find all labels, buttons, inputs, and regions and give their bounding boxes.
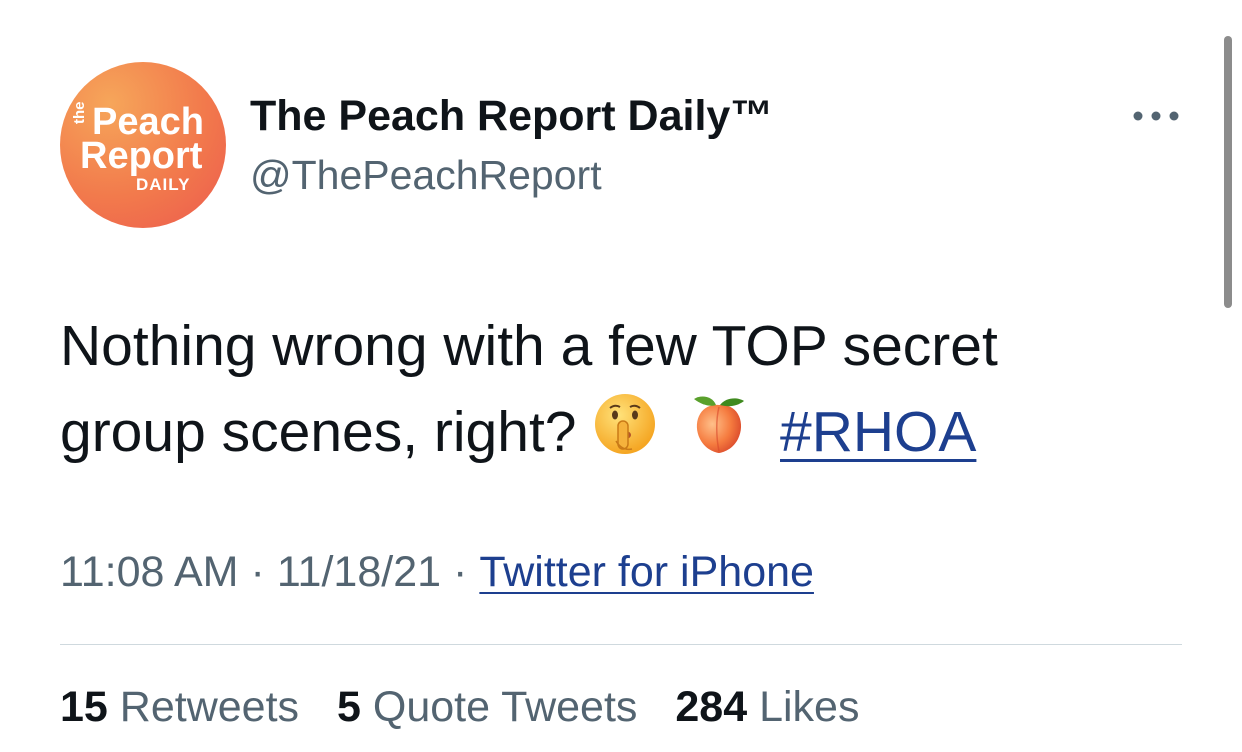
user-handle[interactable]: @ThePeachReport	[250, 152, 602, 199]
logo-the: the	[71, 102, 88, 125]
tweet-source-link[interactable]: Twitter for iPhone	[479, 548, 814, 596]
shushing-face-icon	[592, 391, 658, 481]
meta-separator-2: ·	[453, 548, 468, 596]
quote-tweets-label: Quote Tweets	[372, 683, 638, 731]
meta-separator-1: ·	[250, 548, 265, 596]
quote-tweets-stat[interactable]: 5 Quote Tweets	[337, 683, 637, 731]
more-horizontal-icon	[1133, 111, 1179, 121]
logo-daily: DAILY	[136, 175, 190, 194]
quote-tweets-count: 5	[337, 683, 361, 731]
peach-icon	[686, 391, 752, 481]
display-name[interactable]: The Peach Report Daily™	[250, 92, 773, 141]
likes-count: 284	[675, 683, 748, 731]
logo-report: Report	[80, 135, 203, 177]
retweets-label: Retweets	[119, 683, 300, 731]
retweets-stat[interactable]: 15 Retweets	[60, 683, 299, 731]
tweet-metadata: 11:08 AM · 11/18/21 · Twitter for iPhone	[60, 548, 814, 597]
tweet-line-2-text: group scenes, right?	[60, 400, 577, 464]
likes-stat[interactable]: 284 Likes	[675, 683, 859, 731]
hashtag-link[interactable]: #RHOA	[780, 400, 976, 464]
more-options-button[interactable]	[1128, 100, 1184, 130]
tweet-time[interactable]: 11:08 AM	[60, 548, 239, 596]
scrollbar[interactable]	[1224, 36, 1232, 308]
retweets-count: 15	[60, 683, 108, 731]
tweet-line-2: group scenes, right? #RHOA	[60, 389, 1180, 481]
avatar[interactable]: the Peach Report DAILY	[60, 62, 226, 228]
tweet-detail: the Peach Report DAILY The Peach Report …	[0, 0, 1242, 752]
engagement-stats: 15 Retweets 5 Quote Tweets 284 Likes	[60, 683, 885, 732]
tweet-text: Nothing wrong with a few TOP secret grou…	[60, 303, 1180, 481]
tweet-date[interactable]: 11/18/21	[277, 548, 441, 596]
likes-label: Likes	[759, 683, 860, 731]
tweet-line-1: Nothing wrong with a few TOP secret	[60, 314, 998, 378]
peach-report-logo: the Peach Report DAILY	[71, 101, 204, 194]
divider	[60, 644, 1182, 645]
